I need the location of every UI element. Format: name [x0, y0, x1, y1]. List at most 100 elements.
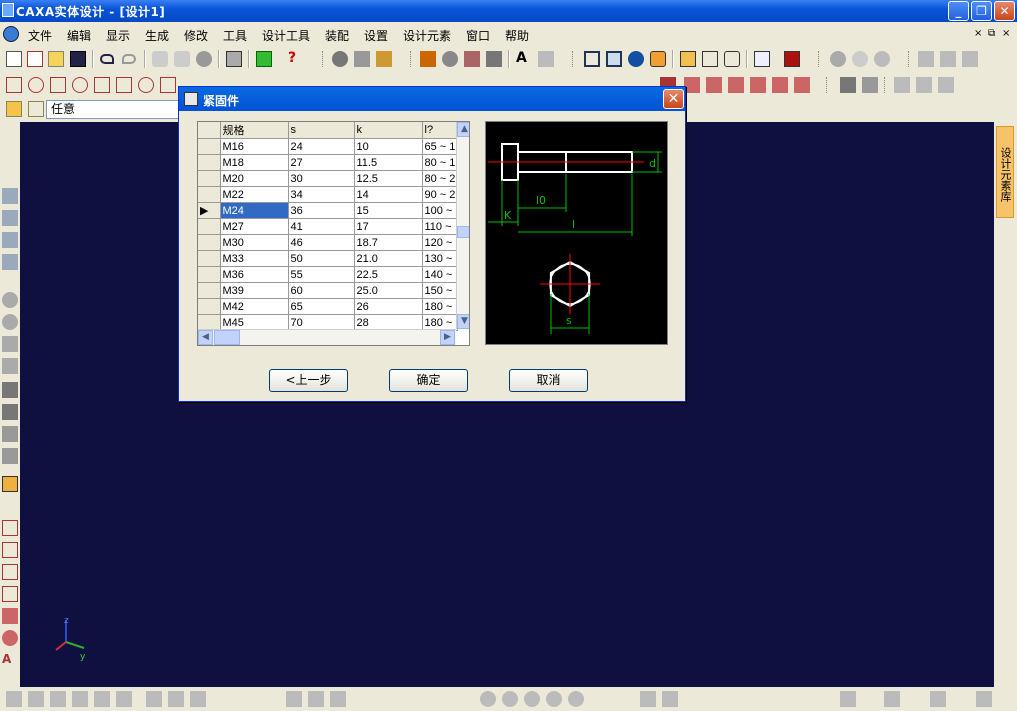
color-icon[interactable]: [784, 51, 800, 67]
restore-button[interactable]: ❐: [971, 1, 992, 21]
feature-4-icon[interactable]: [72, 77, 88, 93]
cell-l[interactable]: 80 ~ 2: [422, 170, 459, 187]
grid-c-icon[interactable]: [962, 51, 978, 67]
sketch-d-icon[interactable]: [2, 586, 18, 602]
row-header[interactable]: [198, 170, 221, 187]
tool-c-icon[interactable]: [376, 51, 392, 67]
close-button[interactable]: ✕: [994, 1, 1015, 21]
scroll-left-button[interactable]: ◀: [198, 330, 213, 345]
bottom-tool-19-icon[interactable]: [662, 691, 678, 707]
cell-s[interactable]: 50: [288, 250, 355, 267]
menu-help[interactable]: 帮助: [505, 27, 529, 44]
column-header-l[interactable]: l?: [422, 122, 459, 139]
bottom-tool-3-icon[interactable]: [50, 691, 66, 707]
menu-view[interactable]: 显示: [106, 27, 130, 44]
table-row[interactable]: M42 65 26 180 ~: [198, 298, 459, 315]
new-icon[interactable]: [6, 51, 22, 67]
row-header[interactable]: [198, 266, 221, 283]
menu-edit[interactable]: 编辑: [67, 27, 91, 44]
light-icon[interactable]: [538, 51, 554, 67]
table-row[interactable]: M30 46 18.7 120 ~: [198, 234, 459, 251]
cell-k[interactable]: 14: [354, 186, 423, 203]
box-icon[interactable]: [584, 51, 600, 67]
document-icon[interactable]: [3, 26, 19, 42]
scroll-up-button[interactable]: ▲: [457, 122, 469, 137]
camera-b-icon[interactable]: [2, 404, 18, 420]
cell-s[interactable]: 36: [288, 202, 355, 219]
feature-15-icon[interactable]: [794, 77, 810, 93]
analyze-icon[interactable]: [852, 51, 868, 67]
side-view-icon[interactable]: [702, 51, 718, 67]
spec-table[interactable]: 规格 s k l? M16 24 10 65 ~ 1 M18 27 11.5 80 ~ 1 M2…: [197, 121, 470, 346]
bottom-tool-10-icon[interactable]: [286, 691, 302, 707]
row-header[interactable]: [198, 218, 221, 235]
feature-3-icon[interactable]: [50, 77, 66, 93]
camera-a-icon[interactable]: [2, 382, 18, 398]
row-header[interactable]: [198, 250, 221, 267]
paste-icon[interactable]: [196, 51, 212, 67]
sketch-f-icon[interactable]: [2, 630, 18, 646]
binoculars-icon[interactable]: [226, 51, 242, 67]
move-icon[interactable]: [420, 51, 436, 67]
row-header[interactable]: [198, 186, 221, 203]
menu-assembly[interactable]: 装配: [325, 27, 349, 44]
camera-c-icon[interactable]: [2, 426, 18, 442]
pointer-icon[interactable]: [28, 101, 44, 117]
target-icon[interactable]: [2, 358, 18, 374]
cell-l[interactable]: 140 ~: [422, 266, 459, 283]
brush-icon[interactable]: [862, 77, 878, 93]
bottom-tool-13-icon[interactable]: [480, 691, 496, 707]
table-row[interactable]: M20 30 12.5 80 ~ 2: [198, 170, 459, 187]
cell-k[interactable]: 18.7: [354, 234, 423, 251]
cell-s[interactable]: 27: [288, 154, 355, 171]
grid-b-icon[interactable]: [940, 51, 956, 67]
display-icon[interactable]: [754, 51, 770, 67]
design-element-library-tab[interactable]: 设计元素库: [996, 126, 1014, 218]
row-header[interactable]: [198, 298, 221, 315]
row-header[interactable]: [198, 282, 221, 299]
bottom-tool-14-icon[interactable]: [502, 691, 518, 707]
annotate-icon[interactable]: A: [2, 652, 18, 668]
cell-spec[interactable]: M36: [220, 266, 289, 283]
bottom-tool-17-icon[interactable]: [568, 691, 584, 707]
dialog-close-button[interactable]: ✕: [663, 89, 684, 109]
cell-k[interactable]: 12.5: [354, 170, 423, 187]
zoom-icon[interactable]: [2, 292, 18, 308]
mdi-minimize-button[interactable]: ×: [974, 28, 982, 39]
mdi-close-button[interactable]: ×: [1002, 28, 1010, 39]
help-icon[interactable]: ?: [284, 51, 300, 67]
bottom-tool-7-icon[interactable]: [146, 691, 162, 707]
bottom-tool-12-icon[interactable]: [330, 691, 346, 707]
bottom-tool-18-icon[interactable]: [640, 691, 656, 707]
gear-icon[interactable]: [830, 51, 846, 67]
open-icon[interactable]: [48, 51, 64, 67]
cell-s[interactable]: 55: [288, 266, 355, 283]
render-icon[interactable]: [650, 51, 666, 67]
cell-k[interactable]: 17: [354, 218, 423, 235]
dynamic-rotate-icon[interactable]: [2, 232, 18, 248]
sphere-icon[interactable]: [628, 51, 644, 67]
cylinder-view-icon[interactable]: [724, 51, 740, 67]
feature-6-icon[interactable]: [116, 77, 132, 93]
cell-l[interactable]: 130 ~: [422, 250, 459, 267]
cell-s[interactable]: 34: [288, 186, 355, 203]
cell-l[interactable]: 100 ~: [422, 202, 459, 219]
cell-spec[interactable]: M39: [220, 282, 289, 299]
sketch-a-icon[interactable]: [2, 520, 18, 536]
front-view-icon[interactable]: [680, 51, 696, 67]
save-icon[interactable]: [70, 51, 86, 67]
new-drawing-icon[interactable]: [27, 51, 43, 67]
cell-spec[interactable]: M42: [220, 298, 289, 315]
cell-l[interactable]: 110 ~: [422, 218, 459, 235]
menu-file[interactable]: 文件: [28, 27, 52, 44]
table-row[interactable]: M33 50 21.0 130 ~: [198, 250, 459, 267]
feature-8-icon[interactable]: [160, 77, 176, 93]
tool-a-icon[interactable]: [332, 51, 348, 67]
menu-generate[interactable]: 生成: [145, 27, 169, 44]
row-header[interactable]: ▶: [198, 202, 221, 219]
cell-l[interactable]: 180 ~: [422, 298, 459, 315]
cell-s[interactable]: 24: [288, 138, 355, 155]
cell-l[interactable]: 90 ~ 2: [422, 186, 459, 203]
cancel-button[interactable]: 取消: [509, 369, 588, 392]
feature-2-icon[interactable]: [28, 77, 44, 93]
